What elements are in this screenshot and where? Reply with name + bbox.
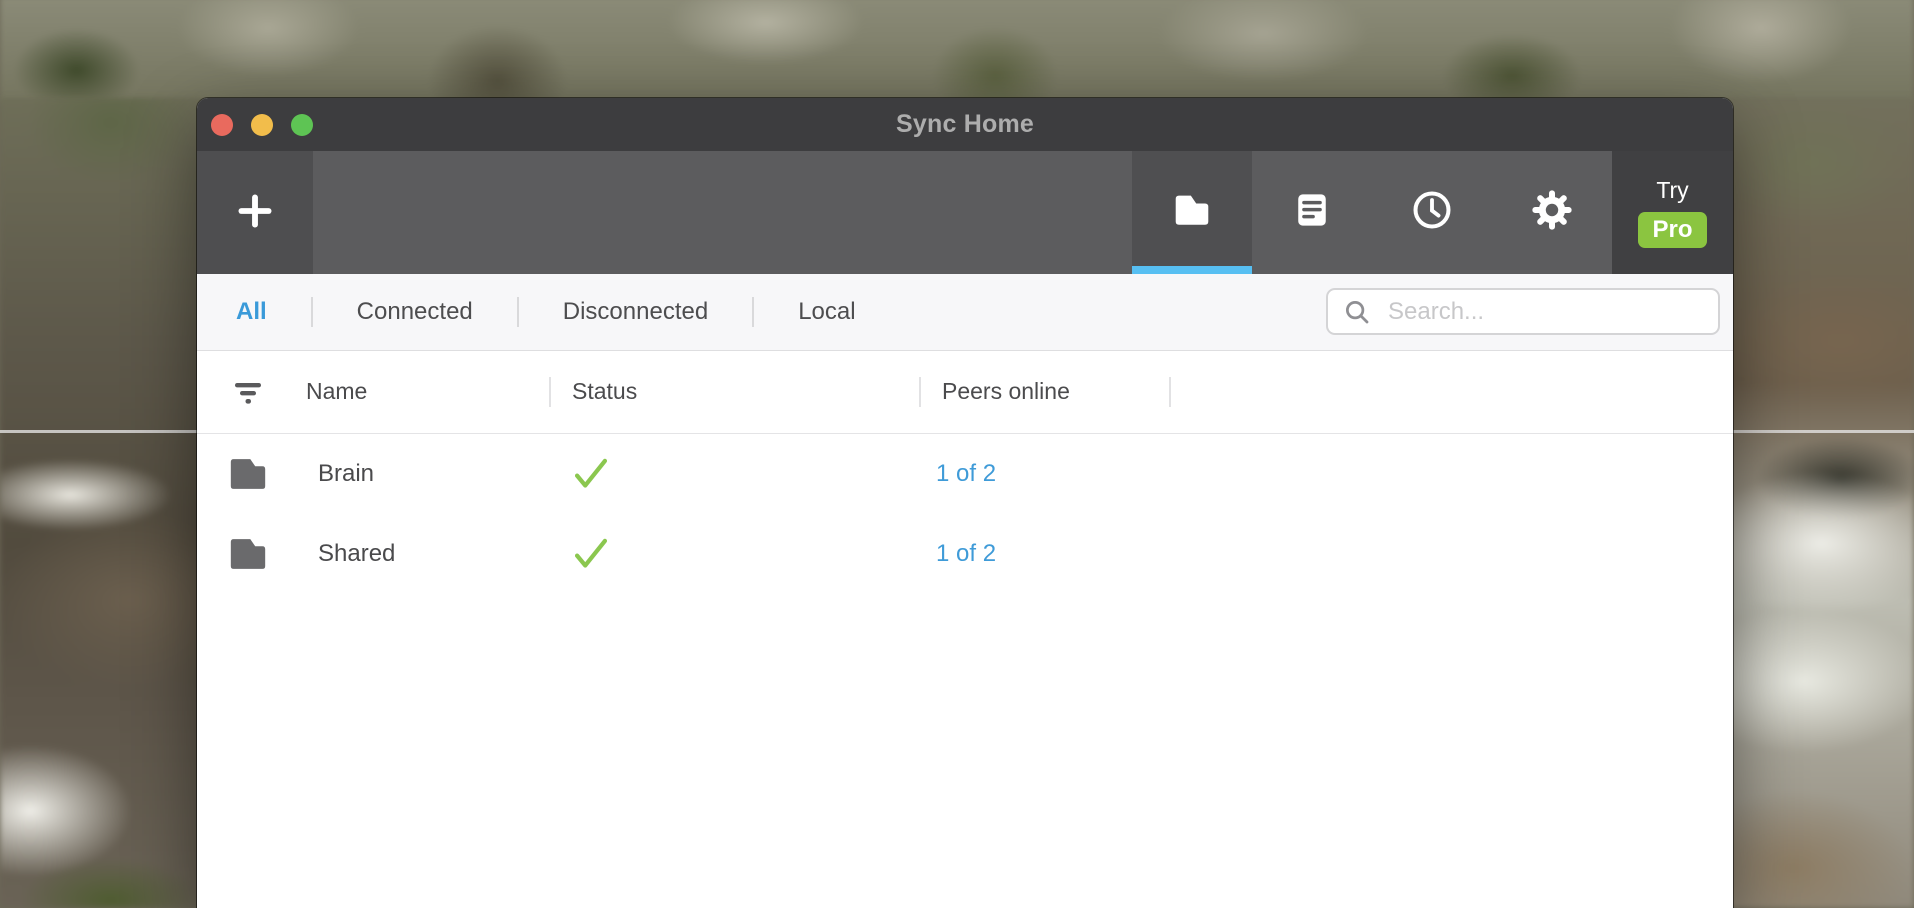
folder-icon (1169, 187, 1215, 238)
filter-tab-all[interactable]: All (236, 298, 267, 326)
gear-icon (1528, 186, 1576, 239)
tab-log[interactable] (1252, 151, 1372, 274)
filter-tab-local[interactable]: Local (798, 298, 855, 326)
tab-history[interactable] (1372, 151, 1492, 274)
traffic-lights (211, 98, 313, 151)
table-row[interactable]: Shared 1 of 2 (197, 514, 1733, 594)
add-folder-button[interactable] (197, 151, 313, 274)
tab-preferences[interactable] (1492, 151, 1612, 274)
peers-online-link[interactable]: 1 of 2 (936, 514, 996, 594)
tab-divider (752, 297, 754, 327)
background-photo-top (0, 0, 1914, 102)
folder-icon (228, 536, 268, 577)
background-photo-right (1729, 98, 1914, 908)
folder-name: Brain (318, 434, 374, 514)
window-titlebar: Sync Home (197, 98, 1733, 151)
minimize-button[interactable] (251, 114, 273, 136)
column-divider (1169, 377, 1171, 407)
plus-icon (233, 189, 277, 236)
column-header-status[interactable]: Status (572, 351, 637, 432)
desktop-background: Sync Home (0, 0, 1914, 908)
column-divider (549, 377, 551, 407)
search-input[interactable] (1386, 297, 1704, 327)
synced-check-icon (571, 536, 611, 577)
close-button[interactable] (211, 114, 233, 136)
filter-tab-connected[interactable]: Connected (357, 298, 473, 326)
synced-check-icon (571, 456, 611, 497)
filter-bar: All Connected Disconnected Local (197, 274, 1733, 351)
folder-icon (228, 456, 268, 497)
window-title: Sync Home (896, 110, 1034, 139)
table-header: Name Status Peers online (197, 351, 1733, 434)
app-window: Sync Home (197, 98, 1733, 908)
document-lines-icon (1290, 188, 1334, 237)
column-divider (919, 377, 921, 407)
search-box[interactable] (1326, 288, 1720, 335)
tab-divider (311, 297, 313, 327)
column-header-peers-online[interactable]: Peers online (942, 351, 1070, 432)
tab-folders[interactable] (1132, 151, 1252, 274)
try-label: Try (1656, 177, 1688, 204)
try-pro-button[interactable]: Try Pro (1612, 151, 1733, 274)
background-photo-left (0, 98, 201, 908)
toolbar: Try Pro (197, 151, 1733, 274)
filter-tab-disconnected[interactable]: Disconnected (563, 298, 708, 326)
clock-icon (1409, 187, 1455, 238)
toolbar-spacer (313, 151, 1132, 274)
peers-online-link[interactable]: 1 of 2 (936, 434, 996, 514)
table-row[interactable]: Brain 1 of 2 (197, 434, 1733, 514)
tab-divider (517, 297, 519, 327)
pro-badge: Pro (1638, 212, 1706, 248)
filter-icon[interactable] (231, 377, 265, 416)
zoom-button[interactable] (291, 114, 313, 136)
search-icon (1342, 297, 1372, 327)
folder-name: Shared (318, 514, 395, 594)
column-header-name[interactable]: Name (306, 351, 367, 432)
